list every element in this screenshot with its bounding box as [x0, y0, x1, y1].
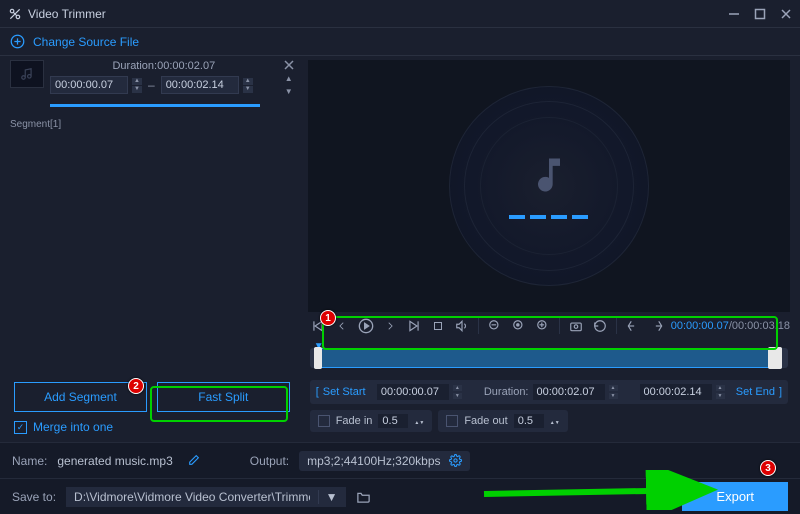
- window-title: Video Trimmer: [28, 7, 728, 21]
- video-preview[interactable]: [308, 60, 790, 312]
- segment-up-icon[interactable]: ▲: [285, 74, 293, 83]
- volume-icon[interactable]: [452, 316, 472, 336]
- output-format-chip[interactable]: mp3;2;44100Hz;320kbps: [299, 451, 469, 471]
- preview-panel: 00:00:00.07/00:00:03.18 ▼ [ Set Start 00…: [304, 56, 800, 442]
- fade-out-value[interactable]: 0.5: [514, 414, 544, 428]
- segment-duration-label: Duration:00:00:02.07: [50, 60, 278, 72]
- save-export-row: Save to: D:\Vidmore\Vidmore Video Conver…: [0, 478, 800, 514]
- skip-end-icon[interactable]: [404, 316, 424, 336]
- add-segment-button[interactable]: Add Segment: [14, 382, 147, 412]
- annotation-badge-1: 1: [320, 310, 336, 326]
- maximize-button[interactable]: [754, 8, 766, 20]
- fast-split-button[interactable]: Fast Split: [157, 382, 290, 412]
- fade-out-label: Fade out: [464, 415, 507, 427]
- timeline-selection[interactable]: [314, 348, 782, 368]
- segment-block: Duration:00:00:02.07 ▲▼ – ▲▼ ▲ ▼: [0, 56, 304, 117]
- play-icon[interactable]: [356, 316, 376, 336]
- fade-in-box: Fade in 0.5 ▲▼: [310, 410, 433, 432]
- zoom-in-icon[interactable]: [533, 316, 553, 336]
- path-dropdown-icon[interactable]: ▼: [318, 490, 338, 504]
- open-folder-icon[interactable]: [356, 489, 371, 504]
- annotation-badge-3: 3: [760, 460, 776, 476]
- fade-out-checkbox[interactable]: [446, 415, 458, 427]
- output-label: Output:: [250, 454, 289, 468]
- merge-row[interactable]: ✓ Merge into one: [0, 412, 304, 442]
- segment-buttons-row: Add Segment Fast Split: [0, 382, 304, 412]
- change-source-row[interactable]: Change Source File: [0, 28, 800, 56]
- merge-label: Merge into one: [33, 420, 113, 434]
- next-frame-icon[interactable]: [380, 316, 400, 336]
- undo-icon[interactable]: [590, 316, 610, 336]
- minimize-button[interactable]: [728, 8, 740, 20]
- timeline[interactable]: ▼: [310, 348, 788, 368]
- range-dash: –: [146, 78, 157, 92]
- close-button[interactable]: [780, 8, 792, 20]
- start-spinner[interactable]: ▲▼: [132, 78, 142, 93]
- segment-end-input[interactable]: [161, 76, 239, 94]
- playback-time: 00:00:00.07/00:00:03.18: [671, 320, 790, 332]
- save-path-box[interactable]: D:\Vidmore\Vidmore Video Converter\Trimm…: [66, 487, 346, 507]
- fade-in-spinner[interactable]: ▲▼: [414, 415, 424, 427]
- app-logo-icon: [8, 7, 22, 21]
- annotation-badge-2: 2: [128, 378, 144, 394]
- segment-panel: Duration:00:00:02.07 ▲▼ – ▲▼ ▲ ▼ Se: [0, 56, 304, 442]
- segment-start-input[interactable]: [50, 76, 128, 94]
- fade-in-checkbox[interactable]: [318, 415, 330, 427]
- snapshot-icon[interactable]: [566, 316, 586, 336]
- total-time: /00:00:03.18: [729, 320, 790, 332]
- timeline-handle-right[interactable]: [768, 347, 782, 369]
- fade-out-spinner[interactable]: ▲▼: [550, 415, 560, 427]
- range-end-spinner[interactable]: ▲▼: [716, 384, 725, 400]
- mark-in-icon[interactable]: [623, 316, 643, 336]
- fade-row: Fade in 0.5 ▲▼ Fade out 0.5 ▲▼: [308, 406, 790, 436]
- range-start-value[interactable]: 00:00:00.07: [377, 384, 449, 400]
- name-value: generated music.mp3: [57, 454, 172, 468]
- settings-gear-icon[interactable]: [449, 454, 462, 467]
- segment-progress[interactable]: [50, 104, 260, 107]
- main-area: Duration:00:00:02.07 ▲▼ – ▲▼ ▲ ▼ Se: [0, 56, 800, 442]
- fade-in-value[interactable]: 0.5: [378, 414, 408, 428]
- segment-thumbnail[interactable]: [10, 60, 44, 88]
- bracket-left-icon: [: [316, 386, 319, 398]
- segment-down-icon[interactable]: ▼: [285, 87, 293, 96]
- save-to-label: Save to:: [12, 490, 56, 504]
- segment-remove-icon[interactable]: [284, 60, 294, 70]
- fade-in-label: Fade in: [336, 415, 373, 427]
- audio-disc-graphic: [449, 86, 649, 286]
- name-output-row: Name: generated music.mp3 Output: mp3;2;…: [0, 442, 800, 478]
- set-start-button[interactable]: Set Start: [323, 386, 366, 398]
- segment-index-label: Segment[1]: [0, 119, 304, 130]
- plus-circle-icon: [10, 34, 25, 49]
- playback-toolbar: 00:00:00.07/00:00:03.18: [308, 312, 790, 340]
- export-button[interactable]: Export: [682, 482, 788, 511]
- name-label: Name:: [12, 454, 47, 468]
- zoom-fit-icon[interactable]: [509, 316, 529, 336]
- equalizer-bars: [509, 215, 588, 219]
- change-source-label: Change Source File: [33, 35, 139, 49]
- range-row: [ Set Start 00:00:00.07 ▲▼ Duration: 00:0…: [310, 380, 788, 404]
- end-spinner[interactable]: ▲▼: [243, 78, 253, 93]
- timeline-wrap: ▼: [308, 340, 790, 378]
- mark-out-icon[interactable]: [647, 316, 667, 336]
- range-end-value[interactable]: 00:00:02.14: [640, 384, 712, 400]
- stop-icon[interactable]: [428, 316, 448, 336]
- merge-checkbox[interactable]: ✓: [14, 421, 27, 434]
- bracket-right-icon: ]: [779, 386, 782, 398]
- titlebar: Video Trimmer: [0, 0, 800, 28]
- fade-out-box: Fade out 0.5 ▲▼: [438, 410, 567, 432]
- range-duration-label: Duration:: [484, 386, 529, 398]
- window-controls: [728, 8, 792, 20]
- range-duration-spinner[interactable]: ▲▼: [609, 384, 618, 400]
- output-format-value: mp3;2;44100Hz;320kbps: [307, 454, 440, 468]
- range-duration-value[interactable]: 00:00:02.07: [533, 384, 605, 400]
- set-end-button[interactable]: Set End: [736, 386, 775, 398]
- zoom-out-icon[interactable]: [485, 316, 505, 336]
- range-start-spinner[interactable]: ▲▼: [453, 384, 462, 400]
- music-note-icon: [527, 153, 571, 197]
- current-time: 00:00:00.07: [671, 320, 729, 332]
- timeline-handle-left[interactable]: [314, 347, 322, 369]
- rename-icon[interactable]: [187, 454, 200, 467]
- save-path-value: D:\Vidmore\Vidmore Video Converter\Trimm…: [74, 490, 310, 504]
